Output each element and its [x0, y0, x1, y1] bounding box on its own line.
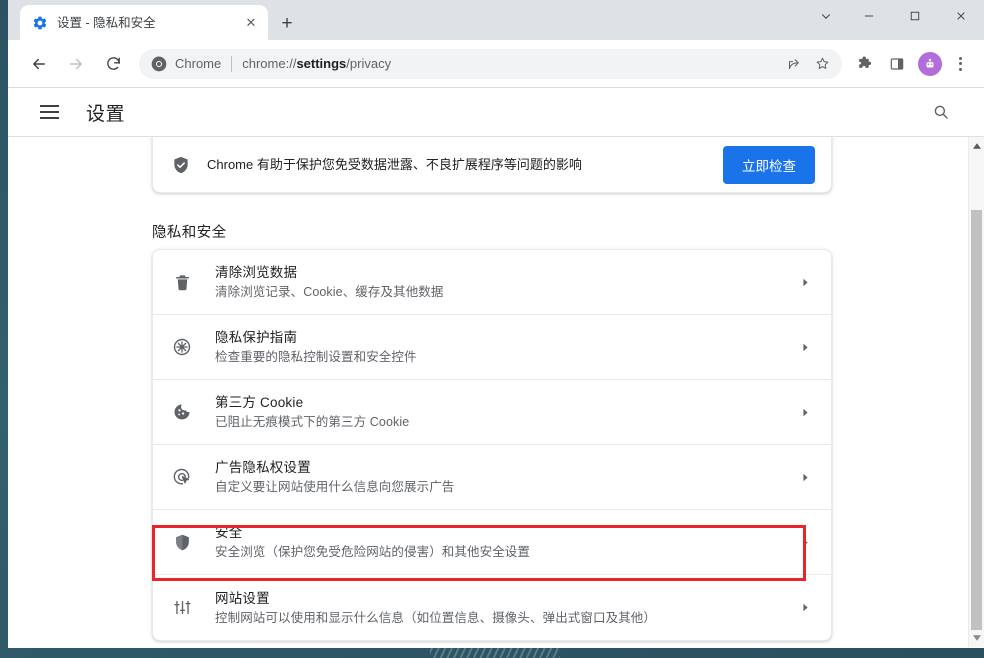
maximize-button[interactable]: [892, 0, 938, 32]
new-tab-button[interactable]: +: [274, 10, 300, 36]
forward-arrow-icon[interactable]: [59, 47, 93, 81]
settings-content-area: Chrome 有助于保护您免受数据泄露、不良扩展程序等问题的影响 立即检查 隐私…: [8, 137, 984, 647]
row-subtitle: 检查重要的隐私控制设置和安全控件: [215, 350, 417, 364]
hamburger-menu-icon[interactable]: [40, 99, 66, 125]
chevron-right-icon[interactable]: [797, 274, 813, 290]
settings-gear-icon: [32, 15, 48, 31]
settings-row-ad-privacy[interactable]: 广告隐私权设置 自定义要让网站使用什么信息向您展示广告: [153, 445, 831, 510]
hamburger-line: [40, 105, 59, 107]
minimize-button[interactable]: [846, 0, 892, 32]
cookie-icon: [171, 401, 193, 423]
browser-tab-settings[interactable]: 设置 - 隐私和安全 ✕: [20, 5, 268, 40]
url-path: /privacy: [346, 56, 392, 71]
row-text-block: 清除浏览数据 清除浏览记录、Cookie、缓存及其他数据: [215, 263, 785, 301]
page-title: 设置: [86, 103, 126, 125]
ad-privacy-icon: [171, 466, 193, 488]
content-scrollbar[interactable]: [968, 137, 984, 647]
row-text-block: 第三方 Cookie 已阻止无痕模式下的第三方 Cookie: [215, 393, 785, 431]
back-arrow-icon[interactable]: [22, 47, 56, 81]
scroll-down-arrow-icon[interactable]: [969, 630, 984, 646]
omnibox-actions: [780, 50, 836, 78]
close-window-button[interactable]: [938, 0, 984, 32]
scroll-up-arrow-icon[interactable]: [969, 138, 984, 154]
privacy-guide-icon: [171, 336, 193, 358]
menu-dot: [958, 56, 962, 60]
row-text-block: 网站设置 控制网站可以使用和显示什么信息（如位置信息、摄像头、弹出式窗口及其他）: [215, 589, 785, 627]
row-subtitle: 清除浏览记录、Cookie、缓存及其他数据: [215, 285, 444, 299]
row-title: 隐私保护指南: [215, 330, 298, 345]
omnibox-separator: [231, 55, 233, 72]
share-icon[interactable]: [780, 50, 808, 78]
close-icon[interactable]: ✕: [242, 14, 260, 32]
privacy-settings-list: 清除浏览数据 清除浏览记录、Cookie、缓存及其他数据 隐私保护指南 检查重要…: [152, 249, 832, 641]
row-title: 安全: [215, 525, 243, 540]
safety-check-card[interactable]: Chrome 有助于保护您免受数据泄露、不良扩展程序等问题的影响 立即检查: [152, 137, 832, 193]
side-panel-icon[interactable]: [882, 49, 912, 79]
window-controls: [806, 0, 984, 40]
browser-toolbar: Chrome chrome://settings/privacy: [8, 40, 984, 88]
settings-header: 设置: [8, 88, 984, 137]
row-text-block: 广告隐私权设置 自定义要让网站使用什么信息向您展示广告: [215, 458, 785, 496]
row-subtitle: 已阻止无痕模式下的第三方 Cookie: [215, 415, 410, 429]
settings-row-clear-browsing-data[interactable]: 清除浏览数据 清除浏览记录、Cookie、缓存及其他数据: [153, 250, 831, 315]
row-text-block: 安全 安全浏览（保护您免受危险网站的侵害）和其他安全设置: [215, 523, 785, 561]
shield-check-icon: [171, 155, 191, 175]
site-chip-label: Chrome: [175, 56, 222, 71]
puzzle-piece-icon[interactable]: [850, 49, 880, 79]
chrome-logo-icon: [151, 56, 167, 72]
privacy-section-heading: 隐私和安全: [152, 225, 227, 241]
window-bottom-edge: [8, 647, 984, 648]
tab-strip: 设置 - 隐私和安全 ✕ +: [8, 0, 984, 40]
row-title: 第三方 Cookie: [215, 395, 304, 410]
row-subtitle: 自定义要让网站使用什么信息向您展示广告: [215, 480, 455, 494]
row-subtitle: 安全浏览（保护您免受危险网站的侵害）和其他安全设置: [215, 545, 531, 559]
profile-avatar-icon[interactable]: [918, 51, 942, 76]
chevron-right-icon[interactable]: [797, 404, 813, 420]
chevron-right-icon[interactable]: [797, 339, 813, 355]
trash-bin-icon: [171, 271, 193, 293]
chevron-right-icon[interactable]: [797, 469, 813, 485]
tab-search-chevron-down-icon[interactable]: [806, 0, 846, 32]
settings-row-privacy-guide[interactable]: 隐私保护指南 检查重要的隐私控制设置和安全控件: [153, 315, 831, 380]
shield-icon: [171, 531, 193, 553]
url-text: chrome://settings/privacy: [242, 56, 780, 71]
reload-icon[interactable]: [96, 47, 130, 81]
browser-window: 设置 - 隐私和安全 ✕ + Chrome chrome://settings/…: [8, 0, 984, 648]
chevron-right-icon[interactable]: [797, 534, 813, 550]
settings-row-site-settings[interactable]: 网站设置 控制网站可以使用和显示什么信息（如位置信息、摄像头、弹出式窗口及其他）: [153, 575, 831, 640]
settings-row-security[interactable]: 安全 安全浏览（保护您免受危险网站的侵害）和其他安全设置: [153, 510, 831, 575]
settings-row-third-party-cookies[interactable]: 第三方 Cookie 已阻止无痕模式下的第三方 Cookie: [153, 380, 831, 445]
menu-dot: [958, 67, 962, 71]
url-prefix: chrome://: [242, 56, 297, 71]
hamburger-line: [40, 111, 59, 113]
menu-dot: [958, 62, 962, 65]
row-text-block: 隐私保护指南 检查重要的隐私控制设置和安全控件: [215, 328, 785, 366]
tab-title: 设置 - 隐私和安全: [57, 15, 156, 30]
chevron-right-icon[interactable]: [797, 600, 813, 616]
run-safety-check-button[interactable]: 立即检查: [723, 146, 815, 184]
url-host: settings: [296, 56, 347, 71]
row-subtitle: 控制网站可以使用和显示什么信息（如位置信息、摄像头、弹出式窗口及其他）: [215, 610, 657, 625]
search-icon[interactable]: [926, 97, 956, 127]
settings-scroll-region: Chrome 有助于保护您免受数据泄露、不良扩展程序等问题的影响 立即检查 隐私…: [8, 137, 960, 647]
hamburger-line: [40, 117, 59, 119]
scrollbar-thumb[interactable]: [971, 210, 982, 630]
toolbar-right-actions: [850, 49, 976, 79]
row-title: 广告隐私权设置: [215, 460, 311, 475]
row-title: 网站设置: [215, 590, 270, 606]
address-bar[interactable]: Chrome chrome://settings/privacy: [139, 48, 842, 79]
sliders-icon: [171, 597, 193, 619]
three-dot-menu-icon[interactable]: [946, 49, 974, 79]
star-icon[interactable]: [808, 50, 836, 78]
row-title: 清除浏览数据: [215, 265, 298, 280]
safety-check-message: Chrome 有助于保护您免受数据泄露、不良扩展程序等问题的影响: [207, 157, 582, 172]
